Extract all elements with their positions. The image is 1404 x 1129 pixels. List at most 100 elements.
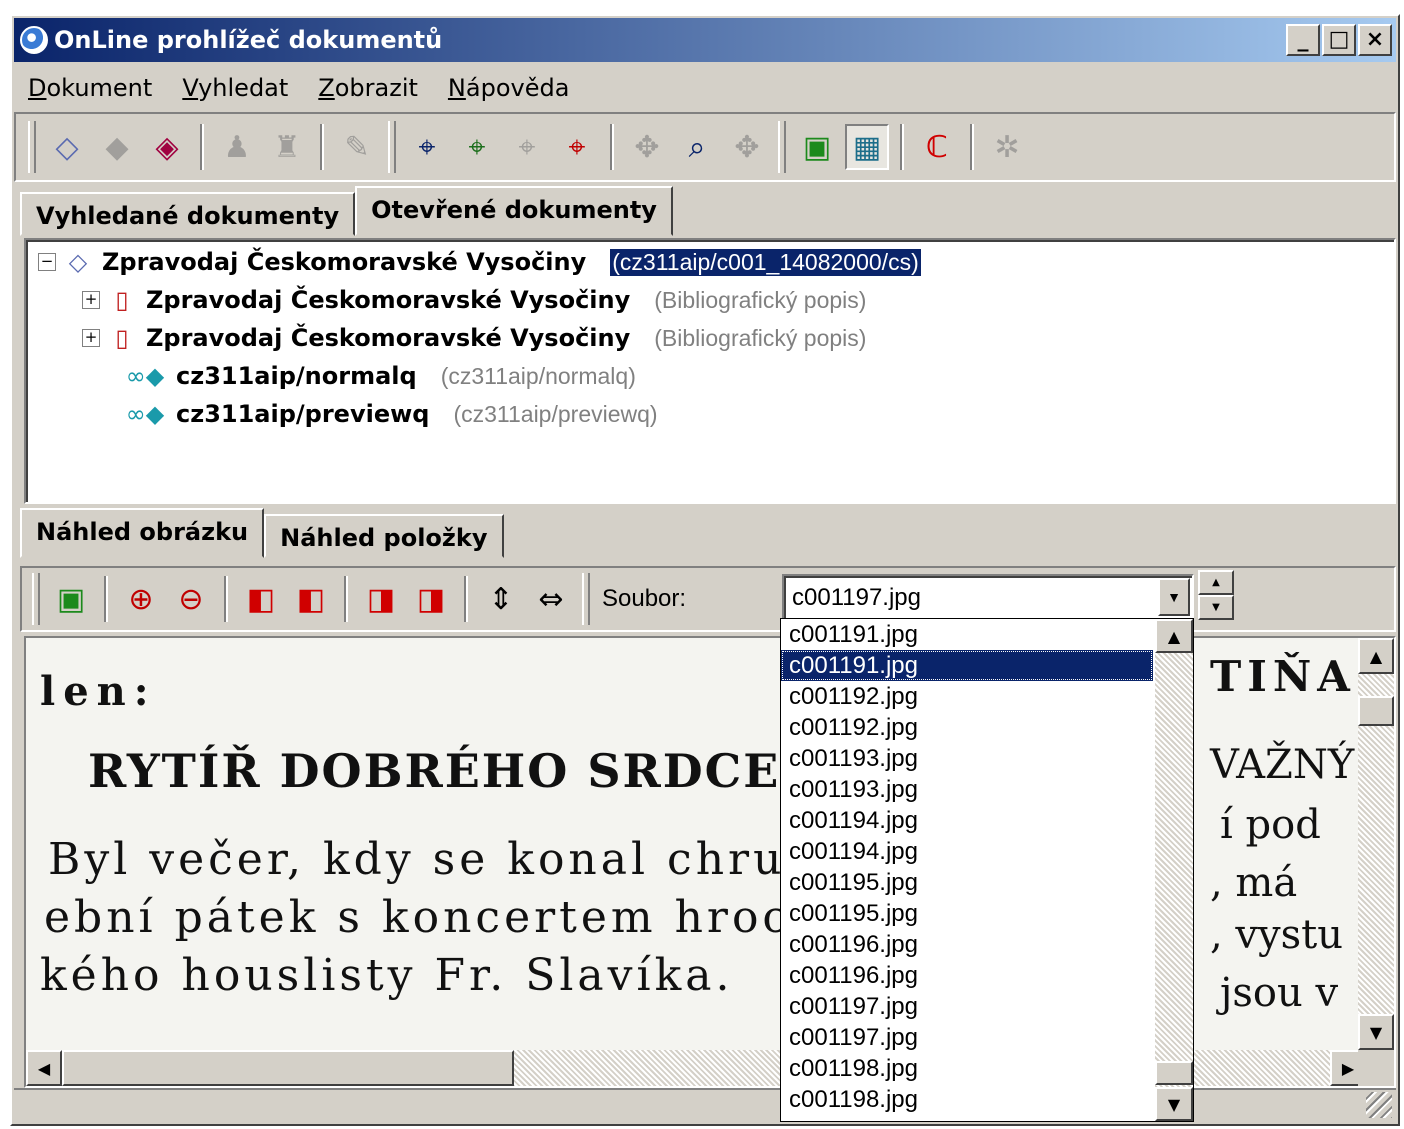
document-tree[interactable]: − ◇ Zpravodaj Českomoravské Vysočiny (cz… xyxy=(24,238,1396,504)
fit-height-icon[interactable]: ⇕ xyxy=(479,576,523,622)
search-page-icon[interactable]: ⌕ xyxy=(675,124,719,170)
tree-item-label: cz311aip/normalq xyxy=(176,362,417,390)
tab-found-documents[interactable]: Vyhledané dokumenty xyxy=(20,192,356,236)
fit-width-icon[interactable]: ⇔ xyxy=(529,576,573,622)
dropdown-item[interactable]: c001194.jpg xyxy=(781,805,1153,836)
toolbar-grip[interactable] xyxy=(32,573,40,625)
expand-icon[interactable]: + xyxy=(82,291,100,309)
scroll-left-icon[interactable]: ◀ xyxy=(26,1050,62,1086)
zoom-link-icon[interactable]: ⌖ xyxy=(505,124,549,170)
nav-last-icon[interactable]: ✥ xyxy=(725,124,769,170)
dropdown-item[interactable]: c001198.jpg xyxy=(781,1053,1153,1084)
tab-image-preview[interactable]: Náhled obrázku xyxy=(20,508,265,558)
dropdown-item[interactable]: c001197.jpg xyxy=(781,991,1153,1022)
scroll-up-icon[interactable]: ▲ xyxy=(1358,638,1394,674)
document-tabs: Vyhledané dokumenty Otevřené dokumenty xyxy=(20,186,673,236)
dropdown-arrow-icon[interactable]: ▼ xyxy=(1158,578,1190,616)
dropdown-item[interactable]: c001198.jpg xyxy=(781,1084,1153,1115)
file-dropdown-list[interactable]: c001191.jpg c001191.jpg c001192.jpg c001192… xyxy=(780,618,1194,1122)
file-combobox[interactable]: c001197.jpg ▼ xyxy=(782,574,1194,620)
resize-grip-icon[interactable] xyxy=(1366,1092,1392,1118)
page-icon: ▯ xyxy=(115,324,129,352)
tab-item-preview[interactable]: Náhled položky xyxy=(264,514,504,558)
dropdown-item[interactable]: c001197.jpg xyxy=(781,1022,1153,1053)
dropdown-item[interactable]: c001194.jpg xyxy=(781,836,1153,867)
dropdown-item[interactable]: c001195.jpg xyxy=(781,867,1153,898)
scroll-down-icon[interactable]: ▼ xyxy=(1358,1014,1394,1050)
zoom-add-icon[interactable]: ⌖ xyxy=(455,124,499,170)
toolbar-grip[interactable] xyxy=(778,121,786,173)
scan-text: , vystu xyxy=(1210,912,1343,958)
tree-item[interactable]: + ▯ Zpravodaj Českomoravské Vysočiny (Bi… xyxy=(82,320,866,356)
scroll-up-icon[interactable]: ▲ xyxy=(1155,619,1193,653)
tree-item[interactable]: + ▯ Zpravodaj Českomoravské Vysočiny (Bi… xyxy=(82,282,866,318)
tab-open-documents[interactable]: Otevřené dokumenty xyxy=(355,186,673,236)
find-next-icon[interactable]: ♜ xyxy=(265,124,309,170)
first-page-icon[interactable]: ◧ xyxy=(239,576,283,622)
dropdown-scrollbar[interactable]: ▲ ▼ xyxy=(1155,619,1193,1121)
title-bar[interactable]: OnLine prohlížeč dokumentů _ □ × xyxy=(14,18,1396,62)
menu-zobrazit[interactable]: Zobrazit xyxy=(318,74,418,102)
toolbar-grip[interactable] xyxy=(28,121,36,173)
zoom-out-icon[interactable]: ⊖ xyxy=(169,576,213,622)
close-button[interactable]: × xyxy=(1358,24,1392,56)
zoom-doc-icon[interactable]: ⌖ xyxy=(405,124,449,170)
toolbar-grip[interactable] xyxy=(388,121,396,173)
horizontal-scroll-thumb[interactable] xyxy=(62,1050,514,1086)
image-preview-icon[interactable]: ▣ xyxy=(795,124,839,170)
toolbar-separator xyxy=(900,124,904,170)
dropdown-item[interactable]: c001192.jpg xyxy=(781,681,1153,712)
vertical-scrollbar[interactable]: ▲ ▼ xyxy=(1358,638,1394,1050)
zoom-remove-icon[interactable]: ⌖ xyxy=(555,124,599,170)
dropdown-item[interactable]: c001193.jpg xyxy=(781,743,1153,774)
help-icon[interactable]: ✲ xyxy=(985,124,1029,170)
toolbar-grip[interactable] xyxy=(582,573,590,625)
dropdown-item[interactable]: c001196.jpg xyxy=(781,960,1153,991)
dropdown-item[interactable]: c001191.jpg xyxy=(781,650,1153,681)
minimize-button[interactable]: _ xyxy=(1286,24,1320,56)
tree-item[interactable]: ∞◆ cz311aip/normalq (cz311aip/normalq) xyxy=(122,358,636,394)
nav-first-icon[interactable]: ✥ xyxy=(625,124,669,170)
expand-icon[interactable]: + xyxy=(82,329,100,347)
toolbar-separator xyxy=(104,576,108,622)
last-page-icon[interactable]: ◨ xyxy=(409,576,453,622)
image-icon[interactable]: ▣ xyxy=(49,576,93,622)
toolbar-separator xyxy=(320,124,324,170)
vertical-scroll-thumb[interactable] xyxy=(1358,696,1394,726)
scan-text: ební pátek s koncertem hroc xyxy=(44,892,792,943)
next-page-icon[interactable]: ◨ xyxy=(359,576,403,622)
dropdown-item[interactable]: c001195.jpg xyxy=(781,898,1153,929)
tree-item[interactable]: ∞◆ cz311aip/previewq (cz311aip/previewq) xyxy=(122,396,658,432)
menu-vyhledat[interactable]: Vyhledat xyxy=(182,74,288,102)
find-binoculars-icon[interactable]: ♟ xyxy=(215,124,259,170)
filmstrip-icon[interactable]: ▦ xyxy=(845,124,889,170)
close-document-icon[interactable]: ◆ xyxy=(95,124,139,170)
toolbar-separator xyxy=(224,576,228,622)
dropdown-item[interactable]: c001192.jpg xyxy=(781,712,1153,743)
file-spinner[interactable]: ▲ ▼ xyxy=(1198,570,1234,620)
scroll-down-icon[interactable]: ▼ xyxy=(1155,1087,1193,1121)
dropdown-item[interactable]: c001191.jpg xyxy=(781,619,1153,650)
dropdown-scroll-thumb[interactable] xyxy=(1155,1061,1193,1085)
maximize-button[interactable]: □ xyxy=(1322,24,1356,56)
spin-down-icon[interactable]: ▼ xyxy=(1198,595,1234,620)
link-book-icon: ∞◆ xyxy=(125,400,165,428)
toolbar-separator xyxy=(344,576,348,622)
tree-root[interactable]: − ◇ Zpravodaj Českomoravské Vysočiny (cz… xyxy=(38,244,922,280)
open-document-icon[interactable]: ◇ xyxy=(45,124,89,170)
edit-pen-icon[interactable]: ✎ xyxy=(335,124,379,170)
tree-item-note: (Bibliografický popis) xyxy=(654,324,867,351)
dropdown-item[interactable]: c001193.jpg xyxy=(781,774,1153,805)
menu-dokument[interactable]: Dokument xyxy=(28,74,152,102)
menu-napoveda[interactable]: Nápověda xyxy=(448,74,570,102)
window-title: OnLine prohlížeč dokumentů xyxy=(54,26,443,54)
scan-text: len: xyxy=(40,668,157,715)
book-icon[interactable]: ◈ xyxy=(145,124,189,170)
zoom-in-icon[interactable]: ⊕ xyxy=(119,576,163,622)
alert-refresh-icon[interactable]: ℂ xyxy=(915,124,959,170)
spin-up-icon[interactable]: ▲ xyxy=(1198,570,1234,595)
tree-root-id: (cz311aip/c001_14082000/cs) xyxy=(609,247,922,277)
dropdown-item[interactable]: c001196.jpg xyxy=(781,929,1153,960)
prev-page-icon[interactable]: ◧ xyxy=(289,576,333,622)
collapse-icon[interactable]: − xyxy=(38,253,56,271)
